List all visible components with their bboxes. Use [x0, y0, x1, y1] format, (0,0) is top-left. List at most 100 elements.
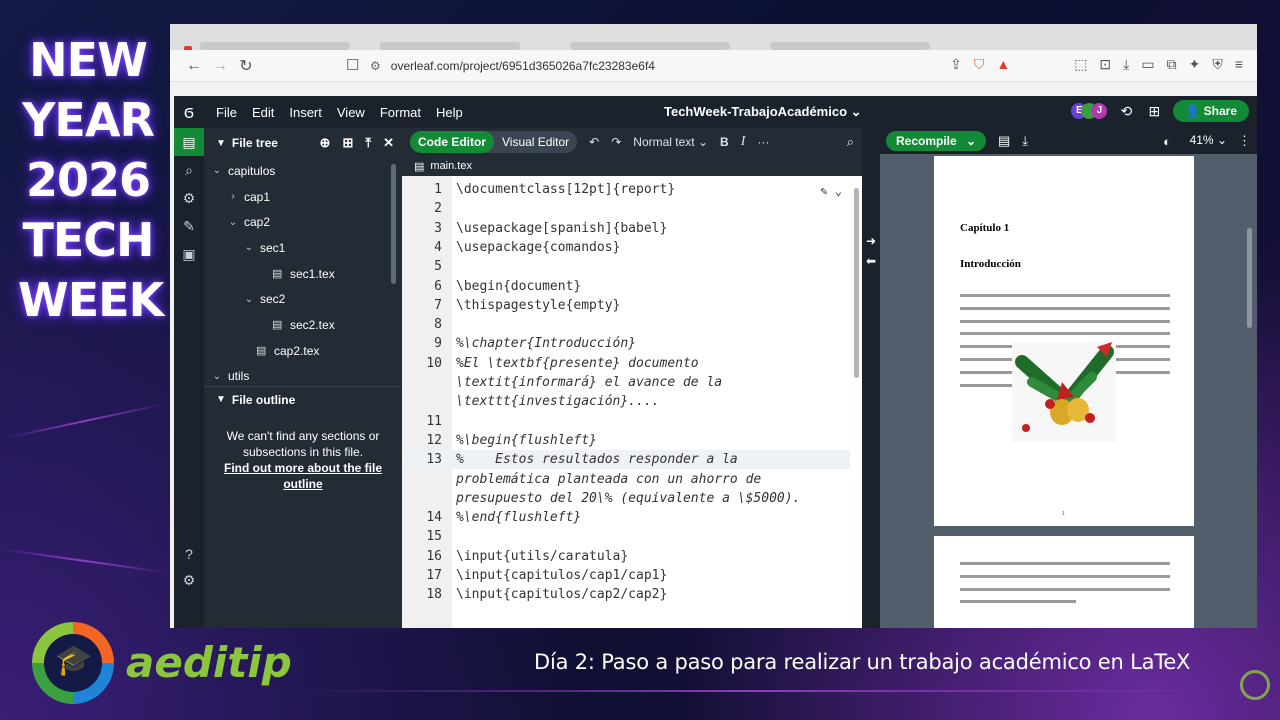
code-line[interactable]: problemática planteada con un ahorro de [402, 470, 850, 489]
browser-tab[interactable] [200, 42, 350, 50]
new-folder-icon[interactable]: ⊞ [342, 135, 353, 151]
chat-rail-icon[interactable]: ▣ [174, 240, 204, 268]
upload-icon[interactable]: ⤒ [365, 135, 371, 151]
zoom-select[interactable]: 41% ⌄ [1190, 133, 1227, 147]
menu-icon[interactable]: ≡ [1235, 56, 1243, 73]
code-line[interactable]: 16 \input{utils/caratula} [402, 547, 850, 566]
outline-help-link[interactable]: Find out more about the file outline [218, 460, 388, 492]
search-icon[interactable]: ⌕ [847, 134, 854, 150]
code-line[interactable]: 8 [402, 315, 850, 334]
tree-item[interactable]: ⌄ sec1 [204, 235, 402, 261]
bold-button[interactable]: B [720, 135, 729, 149]
more-options-icon[interactable]: ··· [757, 135, 769, 149]
screenshot-icon[interactable]: ⧉ [1167, 56, 1177, 73]
rewards-icon[interactable]: ▲ [996, 56, 1010, 73]
menu-help[interactable]: Help [436, 105, 463, 120]
integrations-rail-icon[interactable]: ⚙ [174, 184, 204, 212]
bookmark-icon[interactable]: ☐ [346, 56, 359, 74]
code-line[interactable]: 11 [402, 412, 850, 431]
logs-icon[interactable]: ▤ [998, 133, 1010, 149]
more-options-icon[interactable]: ⋮ [1238, 133, 1251, 149]
tree-item[interactable]: ▤ sec2.tex [204, 312, 402, 338]
review-rail-icon[interactable]: ✎ [174, 212, 204, 240]
pencil-icon[interactable]: ✎ ⌄ [820, 184, 842, 198]
search-rail-icon[interactable]: ⌕ [174, 156, 204, 184]
arrow-right-icon[interactable]: ➜ [862, 234, 880, 248]
brave-shield-icon[interactable]: ⛉ [974, 56, 985, 73]
menu-file[interactable]: File [216, 105, 237, 120]
italic-button[interactable]: I [741, 134, 746, 150]
reload-icon[interactable]: ↻ [234, 56, 258, 76]
settings-icon[interactable]: ⚙ [174, 572, 204, 589]
code-line[interactable]: \textit{informará} el avance de la [402, 373, 850, 392]
close-icon[interactable]: ✕ [383, 135, 394, 151]
back-icon[interactable]: ← [182, 57, 206, 75]
code-line[interactable]: 17 \input{capitulos/cap1/cap1} [402, 566, 850, 585]
new-file-icon[interactable]: ⊕ [320, 135, 331, 151]
ai-icon[interactable]: ✦ [1189, 56, 1201, 73]
layout-icon[interactable]: ⊞ [1145, 103, 1163, 120]
tree-item[interactable]: › cap1 [204, 184, 402, 210]
contrast-icon[interactable]: ◐ [1163, 134, 1171, 149]
url-field[interactable]: ⚙ overleaf.com/project/6951d365026a7fc23… [370, 54, 970, 78]
download-icon[interactable]: ⤓ [1123, 56, 1129, 73]
site-info-icon[interactable]: ⚙ [370, 59, 381, 73]
text-style-select[interactable]: Normal text ⌄ [633, 135, 708, 149]
code-area[interactable]: 1 \documentclass[12pt]{report} 2 3 \usepacka… [402, 176, 862, 628]
file-tab[interactable]: ▤ main.tex [402, 156, 862, 176]
code-line[interactable]: 4 \usepackage{comandos} [402, 238, 850, 257]
editor-scrollbar[interactable] [854, 188, 859, 378]
menu-view[interactable]: View [337, 105, 365, 120]
pane-splitter[interactable]: ➜ ⬅ [862, 128, 880, 628]
tree-item[interactable]: ▤ sec1.tex [204, 261, 402, 287]
arrow-left-icon[interactable]: ⬅ [862, 254, 880, 268]
file-tree-scrollbar[interactable] [391, 164, 396, 284]
undo-icon[interactable]: ↶ [589, 135, 599, 149]
code-line[interactable]: 15 [402, 527, 850, 546]
forward-icon[interactable]: → [208, 57, 232, 75]
share-button[interactable]: 👤 Share [1173, 100, 1249, 122]
code-line[interactable]: 7 \thispagestyle{empty} [402, 296, 850, 315]
overleaf-logo-icon[interactable]: ϭ [174, 102, 204, 123]
code-line[interactable]: 10 %El \textbf{presente} documento [402, 354, 850, 373]
recompile-button[interactable]: Recompile ⌄ [886, 131, 986, 151]
code-line[interactable]: 3 \usepackage[spanish]{babel} [402, 219, 850, 238]
browser-tab[interactable] [770, 42, 930, 50]
menu-insert[interactable]: Insert [289, 105, 322, 120]
code-line[interactable]: 1 \documentclass[12pt]{report} [402, 180, 850, 199]
vpn-icon[interactable]: ⛨ [1212, 56, 1223, 73]
visual-editor-toggle[interactable]: Visual Editor [494, 131, 577, 153]
code-line[interactable]: presupuesto del 20\% (equivalente a \$50… [402, 489, 850, 508]
pdf-scrollbar[interactable] [1247, 228, 1252, 328]
code-line[interactable]: 6 \begin{document} [402, 277, 850, 296]
code-editor-toggle[interactable]: Code Editor [410, 131, 494, 153]
tree-item[interactable]: ▤ cap2.tex [204, 338, 402, 364]
tree-item[interactable]: ⌄ sec2 [204, 286, 402, 312]
tree-item[interactable]: ⌄ capitulos [204, 158, 402, 184]
share-page-icon[interactable]: ⇪ [950, 56, 962, 73]
file-tree-rail-icon[interactable]: ▤ [174, 128, 204, 156]
menu-format[interactable]: Format [380, 105, 421, 120]
code-line[interactable]: 9 %\chapter{Introducción} [402, 334, 850, 353]
file-outline-header[interactable]: ▼ File outline [204, 386, 402, 412]
code-line[interactable]: 2 [402, 199, 850, 218]
browser-tab[interactable] [570, 42, 730, 50]
code-line[interactable]: 5 [402, 257, 850, 276]
code-line[interactable]: 14 %\end{flushleft} [402, 508, 850, 527]
code-line[interactable]: 18 \input{capitulos/cap2/cap2} [402, 585, 850, 604]
help-icon[interactable]: ? [174, 546, 204, 562]
redo-icon[interactable]: ↷ [611, 135, 621, 149]
project-title[interactable]: TechWeek-TrabajoAcadémico ⌄ [664, 104, 862, 120]
tree-item[interactable]: ⌄ cap2 [204, 209, 402, 235]
menu-edit[interactable]: Edit [252, 105, 274, 120]
url-text[interactable]: overleaf.com/project/6951d365026a7fc2328… [391, 59, 655, 73]
extensions-icon[interactable]: ⬚ [1074, 56, 1087, 73]
browser-tab[interactable] [380, 42, 520, 50]
code-line[interactable]: 12 %\begin{flushleft} [402, 431, 850, 450]
wallet-icon[interactable]: ⊡ [1099, 56, 1111, 73]
code-line[interactable]: \texttt{investigación}.... [402, 392, 850, 411]
avatar[interactable]: J [1091, 103, 1108, 119]
code-line[interactable]: 13 % Estos resultados responder a la [402, 450, 850, 470]
chevron-down-icon[interactable]: ▼ [216, 138, 226, 149]
history-icon[interactable]: ⟲ [1117, 103, 1135, 120]
